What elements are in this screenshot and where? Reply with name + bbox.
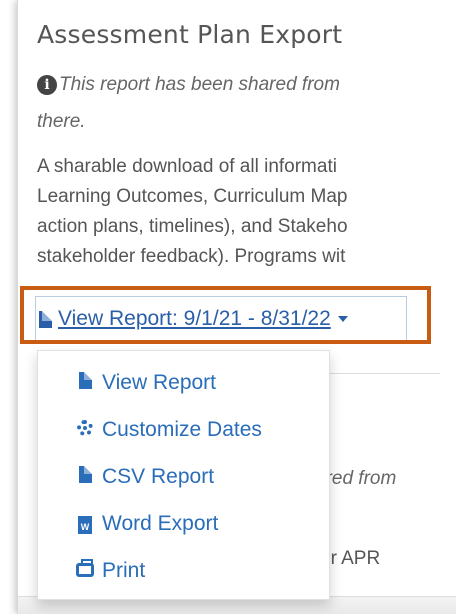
description-line: Learning Outcomes, Curriculum Map <box>37 186 348 207</box>
description-line: action plans, timelines), and Stakeho <box>37 216 348 237</box>
shared-info-line: i This report has been shared from <box>37 74 340 96</box>
print-icon <box>76 559 94 577</box>
report-dropdown-menu: View Report Customize Dates CSV Report W… <box>37 350 330 600</box>
report-description: A sharable download of all informati Lea… <box>37 152 456 272</box>
menu-item-label: Customize Dates <box>102 418 262 441</box>
shared-info-text: This report has been shared from <box>59 74 340 95</box>
menu-item-print[interactable]: Print <box>74 551 145 591</box>
menu-item-label: View Report <box>102 371 217 394</box>
menu-item-label: CSV Report <box>102 465 215 488</box>
menu-item-customize-dates[interactable]: Customize Dates <box>74 410 262 450</box>
menu-item-label: Word Export <box>102 512 219 535</box>
gear-icon <box>77 420 93 436</box>
description-line: stakeholder feedback). Programs wit <box>37 246 346 267</box>
highlight-annotation-box <box>20 286 431 344</box>
info-circle-icon: i <box>37 75 57 95</box>
word-file-icon: W <box>78 516 92 534</box>
file-icon <box>78 372 92 389</box>
menu-item-label: Print <box>102 559 146 582</box>
page-title: Assessment Plan Export <box>37 20 343 49</box>
menu-item-view-report[interactable]: View Report <box>74 363 216 403</box>
shared-info-text-continued: there. <box>37 111 86 132</box>
background-divider <box>330 373 440 374</box>
menu-item-csv-report[interactable]: CSV Report <box>74 457 214 497</box>
file-icon <box>78 466 92 483</box>
menu-item-word-export[interactable]: W Word Export <box>74 504 218 544</box>
description-line: A sharable download of all informati <box>37 156 337 177</box>
